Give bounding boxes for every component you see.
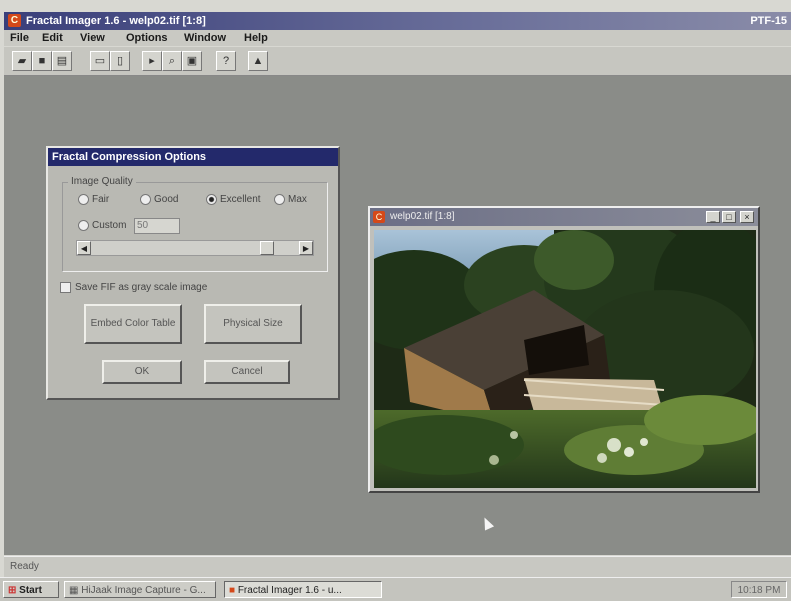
radio-fair-indicator <box>78 194 89 205</box>
app-title-bar: C Fractal Imager 1.6 - welp02.tif [1:8] … <box>4 12 791 30</box>
image-window-title: welp02.tif [1:8] <box>390 211 455 222</box>
help-icon[interactable]: ? <box>216 51 236 71</box>
start-button[interactable]: ⊞ Start <box>3 581 59 598</box>
start-label: Start <box>19 585 42 596</box>
compress-icon[interactable]: ▲ <box>248 51 268 71</box>
menu-file[interactable]: File <box>10 32 29 44</box>
checkbox-indicator <box>60 282 71 293</box>
taskbar-clock: 10:18 PM <box>731 581 787 598</box>
slider-right-arrow-icon[interactable]: ▶ <box>299 241 313 255</box>
custom-quality-input[interactable]: 50 <box>134 218 180 234</box>
save-icon[interactable]: ■ <box>32 51 52 71</box>
menu-bar: File Edit View Options Window Help <box>4 30 791 46</box>
quality-excellent-radio[interactable]: Excellent <box>206 194 261 205</box>
title-right-text: PTF-15 <box>750 15 787 27</box>
minimize-icon[interactable]: _ <box>706 211 720 223</box>
dialog-title: Fractal Compression Options <box>48 148 338 166</box>
fractal-app-icon: ■ <box>229 585 236 596</box>
hijaak-icon: ▦ <box>69 585 79 596</box>
quality-max-radio[interactable]: Max <box>274 194 307 205</box>
quality-custom-label: Custom <box>92 220 127 231</box>
compression-options-dialog: Fractal Compression Options Image Qualit… <box>46 146 340 400</box>
menu-options[interactable]: Options <box>126 32 168 44</box>
photo-image <box>374 230 756 488</box>
taskbar: ⊞ Start ▦ HiJaak Image Capture - G... ■ … <box>0 577 791 601</box>
menu-view[interactable]: View <box>80 32 105 44</box>
ok-button[interactable]: OK <box>102 360 182 384</box>
copy-icon[interactable]: ▭ <box>90 51 110 71</box>
quality-max-label: Max <box>288 194 307 205</box>
radio-good-indicator <box>140 194 151 205</box>
maximize-icon[interactable]: □ <box>722 211 736 223</box>
select-icon[interactable]: ▸ <box>142 51 162 71</box>
image-document-window[interactable]: C welp02.tif [1:8] _ □ × <box>368 206 760 493</box>
gray-scale-label: Save FIF as gray scale image <box>75 282 208 293</box>
close-icon[interactable]: × <box>740 211 754 223</box>
task-fractal-label: Fractal Imager 1.6 - u... <box>237 585 342 596</box>
slider-left-arrow-icon[interactable]: ◀ <box>77 241 91 255</box>
slider-thumb[interactable] <box>260 241 274 255</box>
physical-size-button[interactable]: Physical Size <box>204 304 302 344</box>
radio-max-indicator <box>274 194 285 205</box>
document-icon[interactable]: C <box>373 211 385 223</box>
quality-custom-radio[interactable]: Custom <box>78 220 126 231</box>
open-folder-icon[interactable]: ▰ <box>12 51 32 71</box>
app-icon[interactable]: C <box>8 14 21 27</box>
task-hijaak-label: HiJaak Image Capture - G... <box>81 585 206 596</box>
menu-edit[interactable]: Edit <box>42 32 63 44</box>
windows-logo-icon: ⊞ <box>8 585 17 596</box>
paste-icon[interactable]: ▯ <box>110 51 130 71</box>
toolbar: ▰ ■ ▤ ▭ ▯ ▸ ⌕ ▣ ? ▲ <box>4 47 791 76</box>
fit-icon[interactable]: ▣ <box>182 51 202 71</box>
gray-scale-checkbox[interactable]: Save FIF as gray scale image <box>60 282 207 293</box>
app-title: Fractal Imager 1.6 - welp02.tif [1:8] <box>26 15 206 27</box>
radio-excellent-indicator <box>206 194 217 205</box>
menu-help[interactable]: Help <box>244 32 268 44</box>
menu-window[interactable]: Window <box>184 32 226 44</box>
quality-slider[interactable]: ◀ ▶ <box>76 240 314 256</box>
status-bar: Ready <box>4 556 791 577</box>
print-icon[interactable]: ▤ <box>52 51 72 71</box>
task-fractal-imager[interactable]: ■ Fractal Imager 1.6 - u... <box>224 581 382 598</box>
embed-color-table-button[interactable]: Embed Color Table <box>84 304 182 344</box>
image-window-title-bar: C welp02.tif [1:8] _ □ × <box>370 208 758 226</box>
cancel-button[interactable]: Cancel <box>204 360 290 384</box>
quality-fair-radio[interactable]: Fair <box>78 194 109 205</box>
radio-custom-indicator <box>78 220 89 231</box>
task-hijaak[interactable]: ▦ HiJaak Image Capture - G... <box>64 581 216 598</box>
image-quality-label: Image Quality <box>68 176 136 187</box>
quality-fair-label: Fair <box>92 194 110 205</box>
status-text: Ready <box>10 561 39 572</box>
zoom-icon[interactable]: ⌕ <box>162 51 182 71</box>
covered-bridge-photo <box>374 230 756 488</box>
quality-good-radio[interactable]: Good <box>140 194 178 205</box>
quality-good-label: Good <box>154 194 179 205</box>
quality-excellent-label: Excellent <box>220 194 261 205</box>
